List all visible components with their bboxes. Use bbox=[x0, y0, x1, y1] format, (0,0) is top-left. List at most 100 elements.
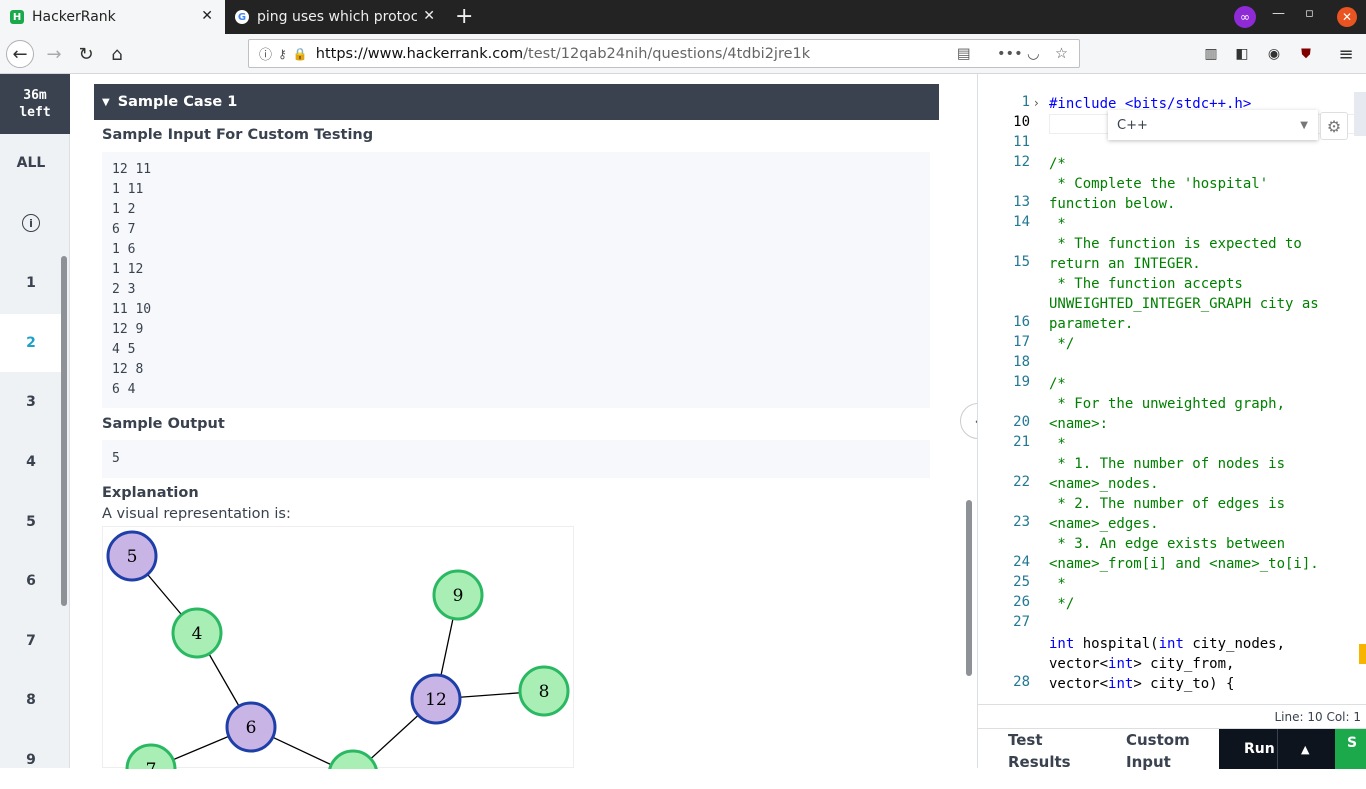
info-icon[interactable]: ⓘ bbox=[259, 44, 272, 63]
restore-button[interactable]: ▫ bbox=[1305, 6, 1314, 21]
line-number: 1 bbox=[1021, 94, 1030, 110]
code-line: <name>_from[i] and <name>_to[i]. bbox=[1049, 556, 1319, 572]
sidebar-scrollbar[interactable] bbox=[61, 256, 67, 606]
line-number: 26 bbox=[1013, 594, 1030, 610]
triangle-up-icon[interactable]: ▲ bbox=[1301, 743, 1309, 756]
browser-titlebar: H HackerRank ✕ G ping uses which protoco… bbox=[0, 0, 1366, 34]
new-tab-button[interactable]: + bbox=[455, 4, 473, 29]
run-button[interactable]: Run ▲ bbox=[1219, 729, 1335, 769]
sidebar-item-9[interactable]: 9 bbox=[0, 731, 62, 789]
divider bbox=[1277, 729, 1278, 769]
language-select[interactable]: C++ ▼ bbox=[1108, 110, 1318, 140]
sample-input-line: 11 10 bbox=[112, 302, 152, 317]
tab-title: HackerRank bbox=[32, 9, 116, 25]
line-number: 24 bbox=[1013, 554, 1030, 570]
code-line: parameter. bbox=[1049, 316, 1134, 332]
sidebar-item-7[interactable]: 7 bbox=[0, 612, 62, 670]
line-number: 25 bbox=[1013, 574, 1030, 590]
graph-node-label: 8 bbox=[539, 682, 550, 702]
private-browsing-icon: ∞ bbox=[1234, 6, 1256, 28]
tab-label: Input bbox=[1126, 753, 1171, 771]
pocket-icon[interactable]: ◡ bbox=[1027, 46, 1040, 62]
gear-icon[interactable]: ⚙ bbox=[1320, 112, 1348, 140]
tab-hackerrank[interactable]: H HackerRank ✕ bbox=[0, 0, 225, 34]
sample-input-box: 12 11 1 11 1 2 6 7 1 6 1 12 2 3 11 10 12 9 4 5 12 … bbox=[102, 152, 930, 408]
code-line: <name>_nodes. bbox=[1049, 476, 1159, 492]
tab-custom-input[interactable]: Custom Input bbox=[1126, 729, 1190, 773]
code-line: <name>: bbox=[1049, 416, 1109, 432]
minimize-button[interactable]: — bbox=[1272, 6, 1285, 21]
tab-test-results[interactable]: Test Results bbox=[1008, 729, 1071, 773]
language-value: C++ bbox=[1117, 117, 1148, 133]
sample-input-line: 6 7 bbox=[112, 222, 136, 237]
back-button[interactable]: ← bbox=[6, 40, 34, 68]
line-number: 21 bbox=[1013, 434, 1030, 450]
sidebar-item-2[interactable]: 2 bbox=[0, 314, 62, 372]
line-number: 22 bbox=[1013, 474, 1030, 490]
more-actions-icon[interactable]: ••• bbox=[997, 46, 1023, 62]
tab-label: Custom bbox=[1126, 731, 1190, 749]
sidebar-toggle-icon[interactable]: ◧ bbox=[1228, 40, 1256, 68]
tab-label: Test bbox=[1008, 731, 1043, 749]
explanation-label: Explanation bbox=[102, 485, 199, 501]
sidebar-item-4[interactable]: 4 bbox=[0, 433, 62, 491]
line-number: 10 bbox=[1013, 114, 1030, 130]
bookmark-star-icon[interactable]: ☆ bbox=[1055, 46, 1068, 62]
lock-icon: 🔒 bbox=[292, 46, 308, 61]
menu-icon[interactable]: ≡ bbox=[1332, 40, 1360, 68]
timer-unit: left bbox=[19, 105, 51, 120]
code-line: * 1. The number of nodes is bbox=[1049, 456, 1286, 472]
code-line: */ bbox=[1049, 336, 1075, 352]
sidebar-item-3[interactable]: 3 bbox=[0, 373, 62, 431]
info-icon[interactable]: i bbox=[0, 194, 62, 252]
code-line: <name>_edges. bbox=[1049, 516, 1159, 532]
tab-google-search[interactable]: G ping uses which protocol ✕ bbox=[225, 0, 447, 34]
google-icon: G bbox=[235, 10, 249, 24]
line-number: 18 bbox=[1013, 354, 1030, 370]
sidebar-item-8[interactable]: 8 bbox=[0, 671, 62, 729]
reader-view-icon[interactable]: ▤ bbox=[957, 46, 971, 62]
submit-button[interactable]: S bbox=[1335, 729, 1366, 769]
code-line: function below. bbox=[1049, 196, 1176, 212]
sample-input-line: 12 8 bbox=[112, 362, 144, 377]
url-bar[interactable]: ⓘ ⚷ 🔒 https://www.hackerrank.com/test/12… bbox=[248, 39, 1080, 68]
library-icon[interactable]: ▥ bbox=[1197, 40, 1225, 68]
close-icon[interactable]: ✕ bbox=[201, 8, 213, 24]
line-number: 11 bbox=[1013, 134, 1030, 150]
editor-scrollbar[interactable] bbox=[1354, 92, 1366, 136]
url-host: https://www.hackerrank.com bbox=[315, 45, 524, 62]
sample-output-label: Sample Output bbox=[102, 416, 225, 432]
sample-input-line: 12 9 bbox=[112, 322, 144, 337]
sidebar-item-6[interactable]: 6 bbox=[0, 552, 62, 610]
hackerrank-icon: H bbox=[10, 10, 24, 24]
line-number: 15 bbox=[1013, 254, 1030, 270]
graph-node-label: 9 bbox=[453, 586, 464, 606]
sidebar-item-all[interactable]: ALL bbox=[0, 134, 62, 192]
sample-case-title: Sample Case 1 bbox=[117, 94, 238, 110]
account-icon[interactable]: ◉ bbox=[1260, 40, 1288, 68]
browser-navbar: ← → ↻ ⌂ ⓘ ⚷ 🔒 https://www.hackerrank.com… bbox=[0, 34, 1366, 74]
forward-button[interactable]: → bbox=[40, 40, 68, 68]
home-icon[interactable]: ⌂ bbox=[103, 40, 131, 68]
tab-label: Results bbox=[1008, 753, 1071, 771]
reload-button[interactable]: ↻ bbox=[72, 40, 100, 68]
window-close-button[interactable]: ✕ bbox=[1337, 7, 1357, 27]
fold-chevron-icon[interactable]: › bbox=[1034, 96, 1039, 110]
code-line: UNWEIGHTED_INTEGER_GRAPH city as bbox=[1049, 296, 1319, 312]
graph-node-label: 6 bbox=[246, 718, 257, 738]
ublock-icon[interactable]: ⛊ bbox=[1292, 40, 1320, 68]
code-line: * For the unweighted graph, bbox=[1049, 396, 1286, 412]
sidebar-item-5[interactable]: 5 bbox=[0, 493, 62, 551]
line-number: 27 bbox=[1013, 614, 1030, 630]
tab-title: ping uses which protocol bbox=[257, 9, 417, 25]
content-scrollbar[interactable] bbox=[966, 500, 972, 676]
sample-case-header[interactable]: ▼ Sample Case 1 bbox=[94, 84, 939, 120]
code-line: return an INTEGER. bbox=[1049, 256, 1201, 272]
sample-input-line: 1 12 bbox=[112, 262, 144, 277]
line-number: 19 bbox=[1013, 374, 1030, 390]
timer-value: 36m bbox=[23, 88, 47, 103]
sidebar-item-1[interactable]: 1 bbox=[0, 254, 62, 312]
code-line: vector<int> city_to) { bbox=[1049, 676, 1235, 692]
close-icon[interactable]: ✕ bbox=[423, 8, 435, 24]
code-line: * Complete the 'hospital' bbox=[1049, 176, 1269, 192]
